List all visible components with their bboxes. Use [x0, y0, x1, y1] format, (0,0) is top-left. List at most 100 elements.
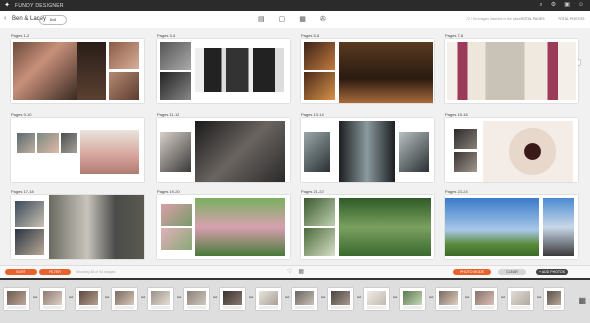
wall-mode-icon[interactable]: ▢ — [279, 15, 286, 23]
spread-19-20[interactable]: Pages 19-20 — [157, 189, 290, 261]
back-button[interactable]: ‹ — [4, 15, 6, 22]
photo[interactable] — [483, 121, 573, 182]
grid-icon[interactable]: ▦ — [578, 296, 586, 305]
photo[interactable] — [13, 42, 77, 100]
spread-5-6[interactable]: Pages 5-6 — [301, 33, 434, 105]
thumbnail[interactable] — [148, 288, 173, 310]
photo[interactable] — [339, 42, 433, 103]
search-icon[interactable]: ⌕ — [539, 2, 542, 9]
link-icon[interactable]: ⚯ — [501, 296, 506, 301]
thumbnail[interactable] — [220, 288, 245, 310]
link-icon[interactable]: ⚯ — [429, 296, 434, 301]
thumbnail[interactable] — [472, 288, 497, 310]
photo[interactable] — [161, 204, 192, 226]
thumbnail[interactable] — [4, 288, 29, 310]
photo[interactable] — [195, 198, 285, 256]
photo[interactable] — [304, 42, 335, 70]
spread-13-14[interactable]: Pages 13-14 — [301, 112, 434, 184]
photo[interactable] — [454, 129, 477, 149]
photo[interactable] — [160, 42, 191, 70]
link-icon[interactable]: ⚯ — [465, 296, 470, 301]
photo[interactable] — [17, 133, 35, 153]
add-photos-button[interactable]: + ADD PHOTOS — [536, 269, 568, 275]
photo[interactable] — [195, 48, 284, 92]
photo[interactable] — [61, 133, 77, 153]
photo[interactable] — [304, 228, 335, 256]
link-icon[interactable]: ⚯ — [105, 296, 110, 301]
sort-button[interactable]: SORT — [5, 269, 37, 275]
photo[interactable] — [304, 72, 335, 100]
album-mode-icon[interactable]: ▤ — [258, 15, 265, 23]
user-icon[interactable]: ☺ — [578, 2, 584, 9]
thumbnail[interactable] — [292, 288, 317, 310]
spread-15-16[interactable]: Pages 15-16 — [445, 112, 578, 184]
spread-17-18[interactable]: Pages 17-18 — [11, 189, 144, 261]
link-icon[interactable]: ⚯ — [537, 296, 542, 301]
photo[interactable] — [77, 42, 106, 100]
other-mode-icon[interactable]: ✇ — [320, 15, 326, 23]
photo[interactable] — [195, 121, 285, 182]
link-icon[interactable]: ⚯ — [33, 296, 38, 301]
photo[interactable] — [454, 152, 477, 172]
thumbnail[interactable] — [544, 288, 564, 310]
link-icon[interactable]: ⚯ — [69, 296, 74, 301]
thumbnail[interactable] — [112, 288, 137, 310]
spread-label: Pages 17-18 — [11, 189, 34, 194]
spread-1-2[interactable]: Pages 1-2 — [11, 33, 144, 105]
settings-icon[interactable]: ⚙ — [551, 2, 556, 9]
cart-icon[interactable]: ▣ — [564, 2, 570, 9]
photo[interactable] — [543, 198, 574, 256]
filter-button[interactable]: FILTER — [39, 269, 71, 275]
link-icon[interactable]: ⚯ — [393, 296, 398, 301]
spread-9-10[interactable]: Pages 9-10 — [11, 112, 144, 184]
spread-21-22[interactable]: Pages 21-22 — [301, 189, 434, 261]
thumbnail[interactable] — [508, 288, 533, 310]
showing-status: Showing 48 of 94 images — [76, 270, 116, 274]
link-icon[interactable]: ⚯ — [285, 296, 290, 301]
thumbnail[interactable] — [76, 288, 101, 310]
link-icon[interactable]: ⚯ — [357, 296, 362, 301]
photo[interactable] — [49, 195, 144, 259]
app-header: ✦ FUNDY DESIGNER ⌕ ⚙ ▣ ☺ — [0, 0, 590, 11]
photo[interactable] — [15, 201, 44, 227]
cards-mode-icon[interactable]: ▦ — [299, 15, 306, 23]
photo[interactable] — [339, 121, 395, 182]
thumbnail[interactable] — [184, 288, 209, 310]
photo-mode-button[interactable]: PHOTO MODE — [453, 269, 491, 275]
photo[interactable] — [37, 133, 59, 153]
photo[interactable] — [160, 132, 191, 172]
spread-23-24[interactable]: Pages 23-24 — [445, 189, 578, 261]
photo[interactable] — [304, 198, 335, 226]
link-icon[interactable]: ⚯ — [141, 296, 146, 301]
spread-7-8[interactable]: Pages 7-8 — [445, 33, 578, 105]
thumbnail[interactable] — [436, 288, 461, 310]
photo[interactable] — [447, 42, 576, 100]
photo[interactable] — [80, 130, 139, 174]
thumbnail[interactable] — [400, 288, 425, 310]
heart-icon[interactable]: ♡ — [287, 268, 292, 275]
photo[interactable] — [399, 132, 429, 172]
photo[interactable] — [304, 132, 330, 172]
spread-3-4[interactable]: Pages 3-4 — [157, 33, 290, 105]
photo[interactable] — [445, 198, 539, 256]
link-icon[interactable]: ⚯ — [249, 296, 254, 301]
link-icon[interactable]: ⚯ — [177, 296, 182, 301]
thumbnail[interactable] — [328, 288, 353, 310]
link-icon[interactable]: ⚯ — [213, 296, 218, 301]
link-icon[interactable]: ⚯ — [321, 296, 326, 301]
spread-11-12[interactable]: Pages 11-12 — [157, 112, 290, 184]
photo[interactable] — [15, 229, 44, 255]
grid-view-icon[interactable]: ▦ — [298, 268, 304, 275]
photo[interactable] — [109, 72, 139, 100]
photo[interactable] — [160, 72, 191, 100]
photo[interactable] — [339, 198, 431, 256]
thumbnail[interactable] — [256, 288, 281, 310]
spread-label: Pages 5-6 — [301, 33, 320, 38]
photo[interactable] — [161, 228, 192, 250]
thumbnail[interactable] — [364, 288, 389, 310]
thumbnail[interactable] — [40, 288, 65, 310]
photo[interactable] — [109, 42, 139, 69]
thumbnail-bar — [331, 306, 350, 309]
album-size-select[interactable]: 8x8 — [39, 15, 67, 25]
clear-button[interactable]: CLEAR — [498, 269, 526, 275]
